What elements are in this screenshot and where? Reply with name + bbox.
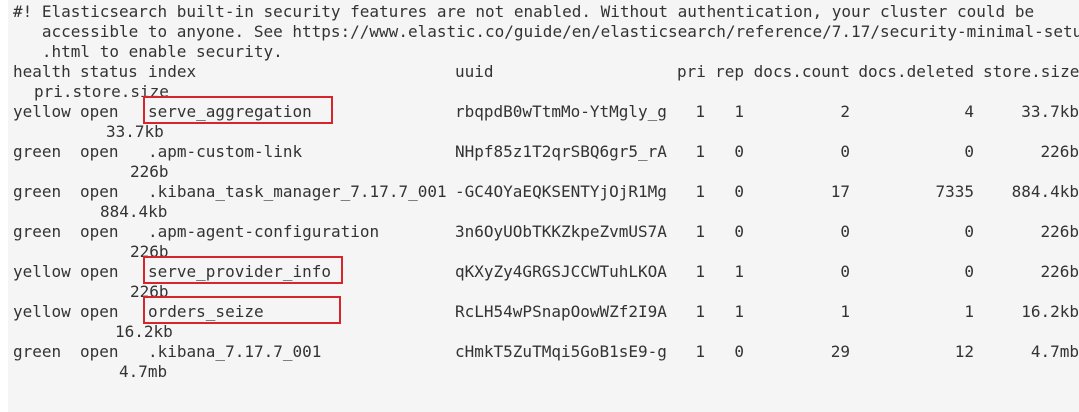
row-docs-count: 0 [840, 222, 850, 241]
row-uuid: rbqpdB0wTtmMo-YtMgly_g [455, 102, 667, 121]
row-uuid: cHmkT5ZuTMqi5GoB1sE9-g [455, 342, 667, 361]
header-store-size: store.size [983, 62, 1079, 81]
row-uuid: NHpf85z1T2qrSBQ6gr5_rA [455, 142, 667, 161]
header-docs-count: docs.count [753, 62, 850, 81]
highlight-box [143, 296, 341, 324]
row-store-size: 226b [1040, 222, 1079, 241]
row-store-size: 226b [1040, 262, 1079, 281]
header-index: index [148, 62, 197, 81]
row-index: .apm-custom-link [148, 142, 303, 161]
row-rep: 0 [734, 342, 744, 361]
row-rep: 0 [734, 142, 744, 161]
row-health: green [13, 142, 62, 161]
row-health: green [13, 342, 62, 361]
security-warning-line-2: accessible to anyone. See https://www.el… [13, 22, 1079, 41]
row-health: green [13, 222, 62, 241]
row-docs-deleted: 12 [954, 342, 974, 361]
security-warning-line-3: .html to enable security. [13, 42, 283, 61]
row-pri-store-size: 226b [130, 162, 169, 181]
row-health: green [13, 182, 62, 201]
row-docs-deleted: 4 [964, 102, 974, 121]
row-index: .apm-agent-configuration [148, 222, 380, 241]
row-docs-count: 0 [840, 262, 850, 281]
row-docs-deleted: 0 [964, 142, 974, 161]
row-rep: 1 [734, 102, 744, 121]
security-warning-line-1: #! Elasticsearch built-in security featu… [13, 2, 1035, 21]
row-uuid: -GC4OYaEQKSENTYjOjR1Mg [455, 182, 667, 201]
row-store-size: 226b [1040, 142, 1079, 161]
row-index: .kibana_7.17.7_001 [148, 342, 322, 361]
row-status: open [80, 182, 119, 201]
header-pri: pri [677, 62, 706, 81]
row-docs-count: 29 [830, 342, 850, 361]
console-output-panel: #! Elasticsearch built-in security featu… [8, 0, 1079, 412]
header-health: health [13, 62, 71, 81]
row-rep: 1 [734, 302, 744, 321]
row-pri: 1 [695, 222, 705, 241]
row-status: open [80, 222, 119, 241]
row-status: open [80, 342, 119, 361]
highlight-box [143, 256, 343, 284]
row-docs-count: 2 [840, 102, 850, 121]
highlight-box [143, 96, 333, 124]
row-uuid: qKXyZy4GRGSJCCWTuhLKOA [455, 262, 667, 281]
row-pri: 1 [695, 142, 705, 161]
header-docs-deleted: docs.deleted [858, 62, 974, 81]
row-health: yellow [13, 102, 71, 121]
row-status: open [80, 142, 119, 161]
row-rep: 1 [734, 262, 744, 281]
row-uuid: 3n6OyUObTKKZkpeZvmUS7A [455, 222, 667, 241]
row-store-size: 33.7kb [1021, 102, 1079, 121]
row-docs-count: 17 [830, 182, 850, 201]
row-docs-count: 0 [840, 142, 850, 161]
row-rep: 0 [734, 222, 744, 241]
row-pri: 1 [695, 182, 705, 201]
row-index: .kibana_task_manager_7.17.7_001 [148, 182, 447, 201]
row-pri: 1 [695, 262, 705, 281]
row-pri-store-size: 884.4kb [100, 202, 168, 221]
header-rep: rep [715, 62, 744, 81]
row-uuid: RcLH54wPSnapOowWZf2I9A [455, 302, 667, 321]
row-docs-deleted: 0 [964, 222, 974, 241]
row-status: open [80, 262, 119, 281]
row-docs-deleted: 0 [964, 262, 974, 281]
row-pri-store-size: 4.7mb [119, 362, 168, 381]
row-pri-store-size: 33.7kb [106, 122, 164, 141]
row-docs-count: 1 [840, 302, 850, 321]
row-store-size: 16.2kb [1021, 302, 1079, 321]
row-pri: 1 [695, 102, 705, 121]
row-pri: 1 [695, 342, 705, 361]
row-health: yellow [13, 302, 71, 321]
header-uuid: uuid [455, 62, 494, 81]
row-pri-store-size: 16.2kb [115, 322, 173, 341]
row-pri: 1 [695, 302, 705, 321]
row-docs-deleted: 7335 [935, 182, 974, 201]
row-store-size: 4.7mb [1030, 342, 1079, 361]
row-status: open [80, 102, 119, 121]
row-health: yellow [13, 262, 71, 281]
row-rep: 0 [734, 182, 744, 201]
row-docs-deleted: 1 [964, 302, 974, 321]
row-status: open [80, 302, 119, 321]
header-status: status [80, 62, 138, 81]
row-store-size: 884.4kb [1011, 182, 1079, 201]
